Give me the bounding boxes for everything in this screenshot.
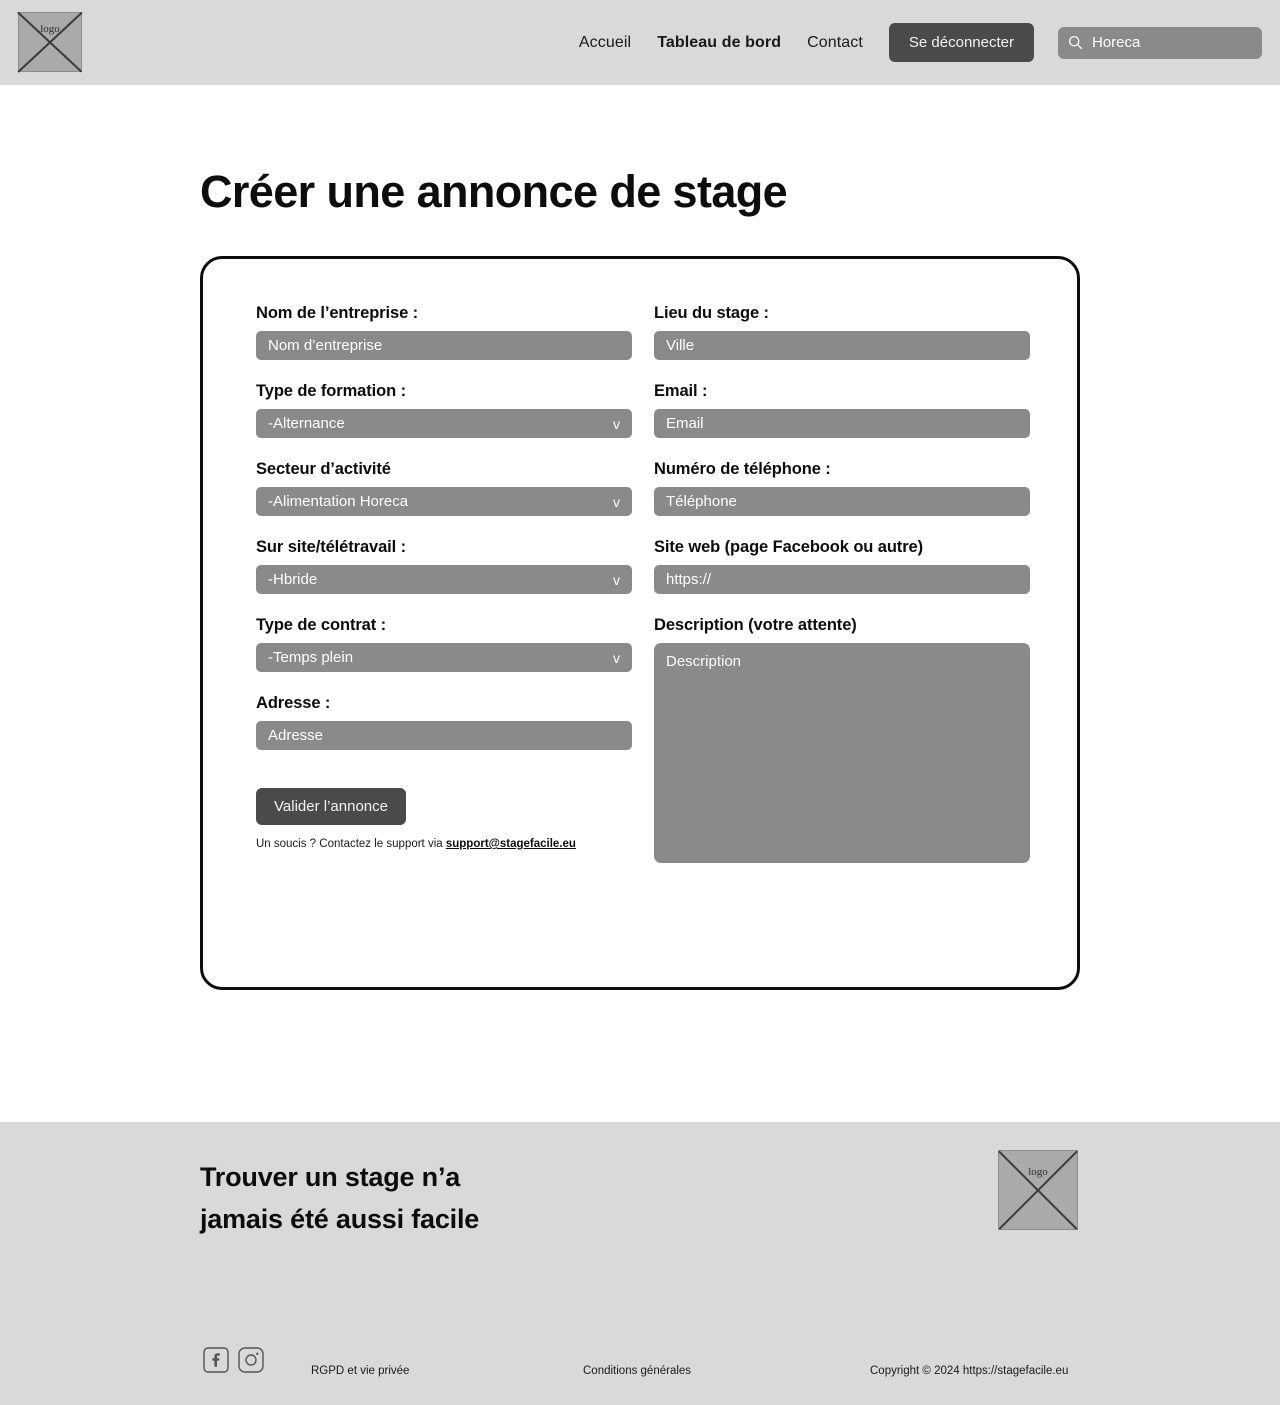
- logout-button[interactable]: Se déconnecter: [888, 23, 1034, 62]
- instagram-icon[interactable]: [238, 1347, 264, 1373]
- textarea-description-placeholder: Description: [666, 653, 742, 670]
- form-columns: Nom de l’entreprise : Nom d’entreprise T…: [256, 304, 1030, 879]
- footer-logo-label: logo: [1028, 1166, 1048, 1179]
- input-website-placeholder: https://: [666, 571, 712, 588]
- select-training-type-value: -Alternance: [268, 415, 345, 432]
- page-title: Créer une annonce de stage: [200, 166, 788, 218]
- field-training-type: Type de formation : -Alternance v: [256, 382, 632, 438]
- input-email[interactable]: Email: [654, 409, 1030, 438]
- select-sector[interactable]: -Alimentation Horeca v: [256, 487, 632, 516]
- nav-link-contact[interactable]: Contact: [807, 34, 863, 52]
- support-email-link[interactable]: support@stagefacile.eu: [446, 838, 576, 850]
- chevron-down-icon: v: [613, 649, 620, 666]
- label-description: Description (votre attente): [654, 616, 857, 634]
- select-contract-type[interactable]: -Temps plein v: [256, 643, 632, 672]
- header-nav: Accueil Tableau de bord Contact Se décon…: [579, 0, 1262, 85]
- field-company-name: Nom de l’entreprise : Nom d’entreprise: [256, 304, 632, 360]
- search-input-value: Horeca: [1092, 34, 1141, 51]
- search-icon: [1068, 35, 1083, 50]
- footer-link-privacy[interactable]: RGPD et vie privée: [311, 1365, 409, 1377]
- select-contract-type-value: -Temps plein: [268, 649, 354, 666]
- header-logo-label: logo: [40, 23, 60, 36]
- chevron-down-icon: v: [613, 493, 620, 510]
- field-phone: Numéro de téléphone : Téléphone: [654, 460, 1030, 516]
- header-logo[interactable]: logo: [17, 11, 83, 73]
- site-footer: Trouver un stage n’a jamais été aussi fa…: [0, 1122, 1280, 1405]
- support-line-prefix: Un soucis ? Contactez le support via: [256, 838, 446, 850]
- search-input[interactable]: Horeca: [1058, 26, 1262, 59]
- input-website[interactable]: https://: [654, 565, 1030, 594]
- footer-copyright: Copyright © 2024 https://stagefacile.eu: [870, 1365, 1069, 1377]
- input-phone[interactable]: Téléphone: [654, 487, 1030, 516]
- field-worksite: Sur site/télétravail : -Hbride v: [256, 538, 632, 594]
- label-website: Site web (page Facebook ou autre): [654, 538, 923, 556]
- chevron-down-icon: v: [613, 571, 620, 588]
- field-description: Description (votre attente) Description: [654, 616, 1030, 863]
- chevron-down-icon: v: [613, 415, 620, 432]
- label-training-type: Type de formation :: [256, 382, 406, 400]
- create-listing-card: Nom de l’entreprise : Nom d’entreprise T…: [200, 256, 1080, 990]
- field-contract-type: Type de contrat : -Temps plein v: [256, 616, 632, 672]
- page-root: logo Accueil Tableau de bord Contact Se …: [0, 0, 1280, 1405]
- select-worksite[interactable]: -Hbride v: [256, 565, 632, 594]
- field-address: Adresse : Adresse: [256, 694, 632, 750]
- select-worksite-value: -Hbride: [268, 571, 318, 588]
- select-training-type[interactable]: -Alternance v: [256, 409, 632, 438]
- footer-logo[interactable]: logo: [998, 1150, 1078, 1230]
- field-email: Email : Email: [654, 382, 1030, 438]
- textarea-description[interactable]: Description: [654, 643, 1030, 863]
- label-worksite: Sur site/télétravail :: [256, 538, 407, 556]
- field-website: Site web (page Facebook ou autre) https:…: [654, 538, 1030, 594]
- site-header: logo Accueil Tableau de bord Contact Se …: [0, 0, 1280, 85]
- input-company-name[interactable]: Nom d’entreprise: [256, 331, 632, 360]
- footer-tagline-line-2: jamais été aussi facile: [200, 1203, 480, 1234]
- field-location: Lieu du stage : Ville: [654, 304, 1030, 360]
- footer-link-terms[interactable]: Conditions générales: [583, 1365, 691, 1377]
- input-address-placeholder: Adresse: [268, 727, 324, 744]
- input-email-placeholder: Email: [666, 415, 704, 432]
- input-location[interactable]: Ville: [654, 331, 1030, 360]
- nav-link-accueil[interactable]: Accueil: [579, 34, 631, 52]
- select-sector-value: -Alimentation Horeca: [268, 493, 409, 510]
- footer-tagline: Trouver un stage n’a jamais été aussi fa…: [200, 1157, 479, 1241]
- label-email: Email :: [654, 382, 708, 400]
- form-column-left: Nom de l’entreprise : Nom d’entreprise T…: [256, 304, 632, 879]
- footer-tagline-line-1: Trouver un stage n’a: [200, 1162, 461, 1192]
- input-phone-placeholder: Téléphone: [666, 493, 737, 510]
- label-address: Adresse :: [256, 694, 331, 712]
- label-sector: Secteur d’activité: [256, 460, 391, 478]
- footer-socials: [203, 1347, 264, 1373]
- label-location: Lieu du stage :: [654, 304, 769, 322]
- form-column-right: Lieu du stage : Ville Email : Email Numé…: [654, 304, 1030, 879]
- input-location-placeholder: Ville: [666, 337, 695, 354]
- support-line: Un soucis ? Contactez le support via sup…: [256, 838, 632, 850]
- label-contract-type: Type de contrat :: [256, 616, 387, 634]
- input-address[interactable]: Adresse: [256, 721, 632, 750]
- label-company-name: Nom de l’entreprise :: [256, 304, 419, 322]
- input-company-name-placeholder: Nom d’entreprise: [268, 337, 383, 354]
- submit-listing-button[interactable]: Valider l’annonce: [256, 788, 406, 825]
- field-sector: Secteur d’activité -Alimentation Horeca …: [256, 460, 632, 516]
- nav-link-tableau-de-bord[interactable]: Tableau de bord: [657, 34, 781, 52]
- label-phone: Numéro de téléphone :: [654, 460, 831, 478]
- facebook-icon[interactable]: [203, 1347, 229, 1373]
